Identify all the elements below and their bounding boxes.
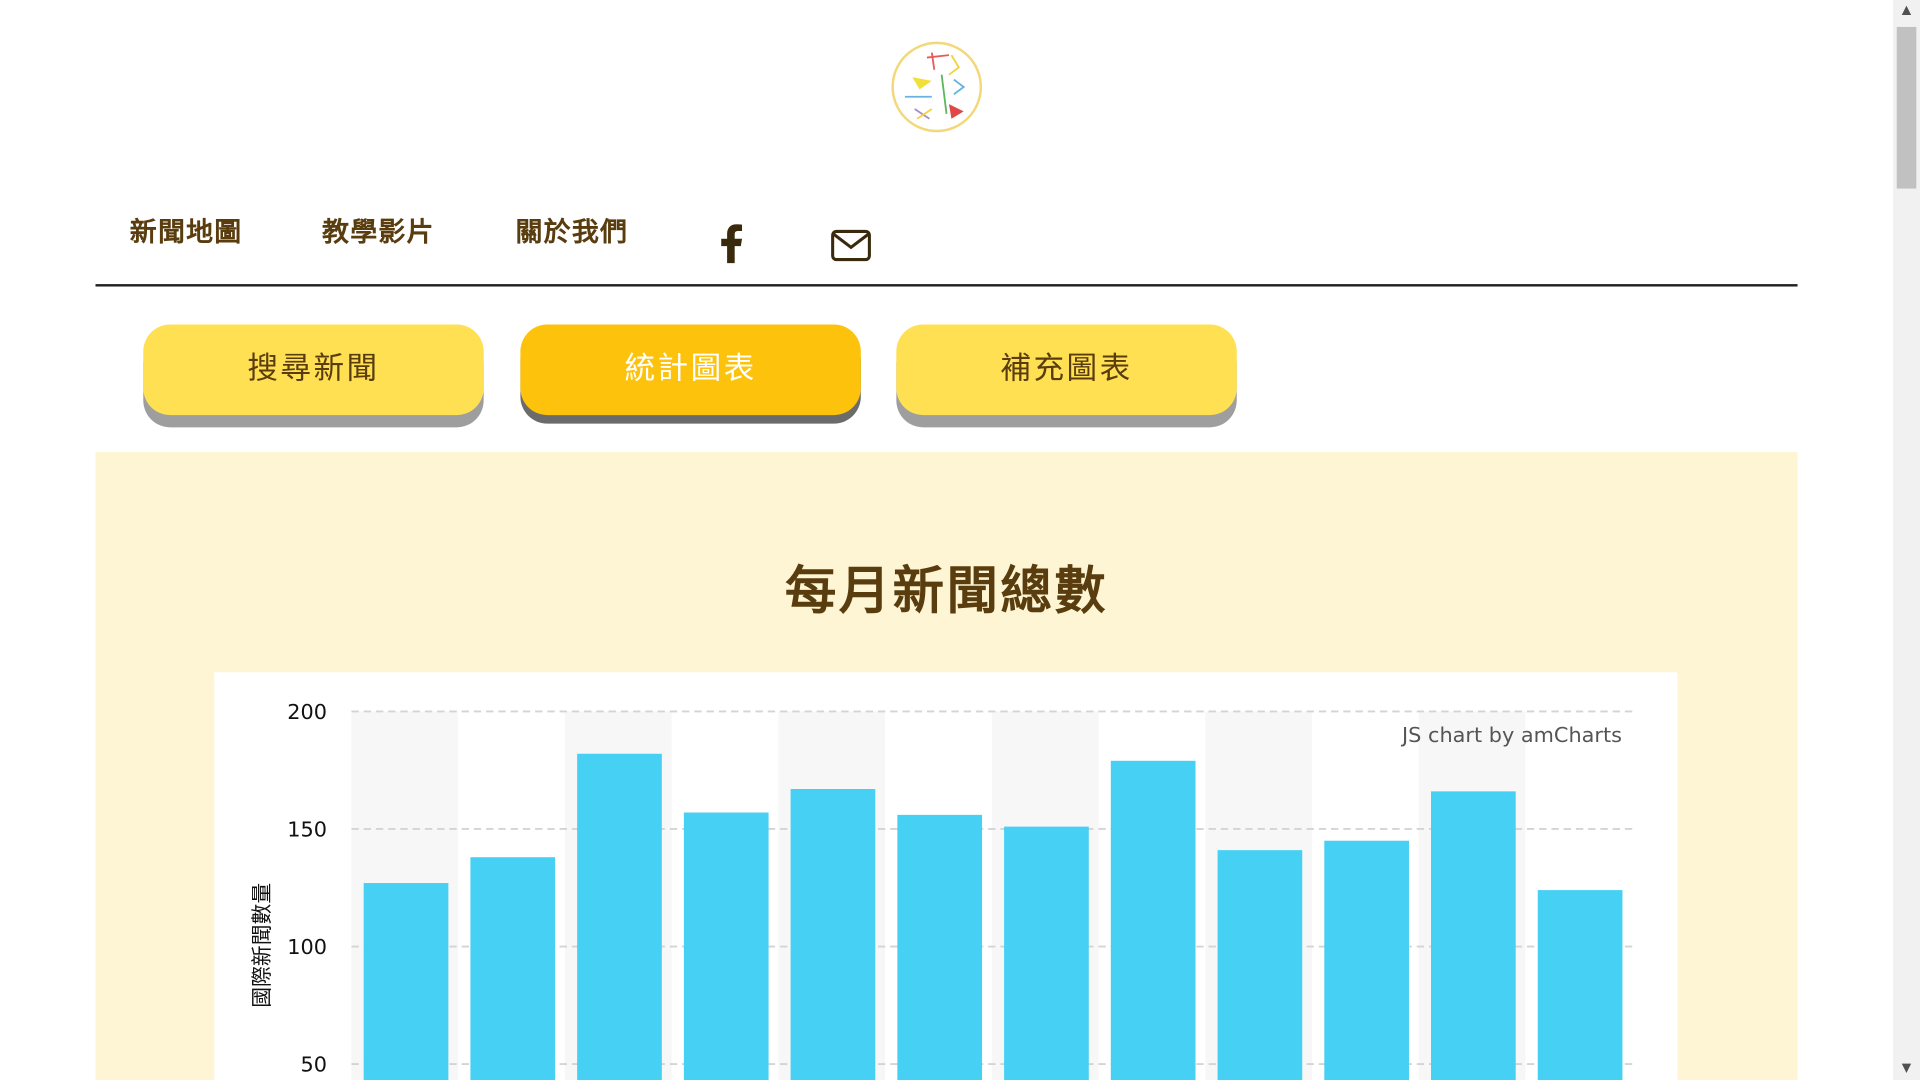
chart-credit-link[interactable]: JS chart by amCharts [1402,724,1622,748]
bar [683,812,769,1080]
bar [1324,840,1409,1080]
bar [470,857,556,1080]
y-axis-label: 國際新聞數量 [250,882,275,1008]
bar [1110,760,1196,1080]
vertical-scrollbar[interactable]: ▲ ▼ [1893,0,1920,1080]
bar [577,753,662,1080]
bar [1217,850,1303,1080]
y-tick-label: 150 [287,817,327,841]
bar [1537,890,1623,1080]
scroll-up-arrow-icon[interactable]: ▲ [1893,0,1920,22]
y-tick-label: 50 [300,1052,326,1076]
y-tick-label: 100 [287,935,327,959]
bar-chart: 50 100 150 200 [287,700,1633,1080]
bar [1431,791,1516,1080]
bar [790,789,876,1080]
bar [363,883,449,1080]
bar [1004,826,1089,1080]
y-tick-label: 200 [287,700,327,724]
bar [897,814,983,1080]
scroll-down-arrow-icon[interactable]: ▼ [1893,1058,1920,1080]
scrollbar-thumb[interactable] [1896,26,1917,189]
